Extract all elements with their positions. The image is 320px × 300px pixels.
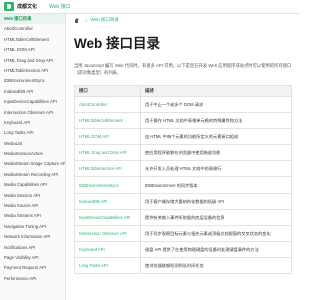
table-header-row: 接口 描述 xyxy=(74,85,292,97)
api-description: 用于客户端存储大量结构化数据的低级 API xyxy=(140,192,292,210)
table-row: Long Tasks API 使浏览器能够检测到长时间任务 xyxy=(74,256,292,275)
api-description: 用于操作 HTML 文档中表格单元格的特殊属性和方法 xyxy=(140,112,292,130)
table-row: AbortController 用于中止一个或多个 DOM 请求 xyxy=(74,95,292,114)
api-link[interactable]: HTML Drag and Drop API xyxy=(74,144,141,162)
api-link[interactable]: InputDeviceCapabilities API xyxy=(74,208,141,226)
sidebar-item[interactable]: MediaStream Image Capture API xyxy=(0,159,65,169)
table-row: IDBEnvironmentSync IDBEnvironment 的同步版本 xyxy=(74,176,292,194)
api-description: 提供有关输入事件所依据的底层设备的信息 xyxy=(140,208,292,226)
nav-link-web-api[interactable]: Web 接口 xyxy=(49,3,71,10)
api-link[interactable]: HTMLTableCellElement xyxy=(74,112,141,130)
sidebar-item[interactable]: Page Visibility API xyxy=(0,253,65,263)
sidebar-item[interactable]: Performance API xyxy=(0,274,65,284)
sidebar-item[interactable]: Web 接口目录 xyxy=(0,14,65,25)
api-description: 用于中止一个或多个 DOM 请求 xyxy=(140,95,292,114)
site-name[interactable]: 成都文化 xyxy=(17,3,37,10)
sidebar-item[interactable]: Media Streams API xyxy=(0,211,65,221)
page-title: Web 接口目录 xyxy=(74,36,161,51)
breadcrumb-current[interactable]: Web 接口目录 xyxy=(91,17,119,23)
sidebar-item[interactable]: AbortController xyxy=(0,24,65,34)
api-link[interactable]: Intersection Observer API xyxy=(74,224,141,242)
api-link[interactable]: IDBEnvironmentSync xyxy=(74,176,141,194)
home-icon[interactable] xyxy=(74,17,79,23)
top-header: 成都文化 Web 接口 xyxy=(0,0,300,14)
api-table: 接口 描述 AbortController 用于中止一个或多个 DOM 请求 HTM… xyxy=(74,85,292,275)
api-description: 使应用程序能够在浏览器中使用拖放功能 xyxy=(140,144,292,162)
breadcrumb-separator: » xyxy=(85,17,88,23)
api-description: 允许开发人员处理 HTML 文档中的表格行 xyxy=(140,160,292,178)
sidebar-item[interactable]: InputDeviceCapabilities API xyxy=(0,97,65,107)
sidebar-item[interactable]: IndexedDB API xyxy=(0,87,65,97)
sidebar-item[interactable]: HTMLTableSection API xyxy=(0,66,65,76)
api-link[interactable]: AbortController xyxy=(74,95,141,114)
api-link[interactable]: HTML DOM API xyxy=(74,128,141,146)
table-row: HTML DOM API 由 HTML 中每个元素的功能所定义的元素接口组成 xyxy=(74,128,292,146)
api-link[interactable]: IndexedDB API xyxy=(74,192,141,210)
sidebar-item[interactable]: Media Source API xyxy=(0,201,65,211)
api-description: 由 HTML 中每个元素的功能所定义的元素接口组成 xyxy=(140,128,292,146)
api-link[interactable]: Long Tasks API xyxy=(74,256,141,275)
column-header-interface: 接口 xyxy=(74,85,141,97)
sidebar-item[interactable]: IDBEnvironmentSync xyxy=(0,76,65,86)
main-content: » Web 接口目录 Web 接口目录 当用 JavaScript 编写 Web… xyxy=(66,14,300,300)
sidebar-item[interactable]: Keyboard API xyxy=(0,118,65,128)
api-description: 键盘 API 提供了在使用物理键盘的设备时处理键盘事件的方法 xyxy=(140,240,292,258)
api-link[interactable]: Keyboard API xyxy=(74,240,141,258)
table-row: HTMLTableCellElement 用于操作 HTML 文档中表格单元格的特… xyxy=(74,112,292,130)
sidebar-item[interactable]: HTML DOM API xyxy=(0,45,65,55)
intro-paragraph: 当用 JavaScript 编写 Web 代码时，有很多 API 可用。以下是您… xyxy=(74,63,292,75)
sidebar-item[interactable]: Intersection Observer API xyxy=(0,108,65,118)
sidebar-item[interactable]: Media Capabilities API xyxy=(0,180,65,190)
api-description: 用于异步观察目标元素与祖先元素或顶级文档视窗的交叉状态的变化 xyxy=(140,224,292,242)
sidebar-item[interactable]: HTML Drag and Drop API xyxy=(0,56,65,66)
column-header-description: 描述 xyxy=(140,85,292,97)
table-row: Keyboard API 键盘 API 提供了在使用物理键盘的设备时处理键盘事件的… xyxy=(74,240,292,258)
table-row: HTMLTableSection API 允许开发人员处理 HTML 文档中的表格… xyxy=(74,160,292,178)
api-description: IDBEnvironment 的同步版本 xyxy=(140,176,292,194)
sidebar-item[interactable]: Payment Request API xyxy=(0,263,65,273)
sidebar-item[interactable]: Navigation Timing API xyxy=(0,222,65,232)
api-link[interactable]: HTMLTableSection API xyxy=(74,160,141,178)
sidebar: Web 接口目录 AbortController HTMLTableCellElem… xyxy=(0,14,66,300)
sidebar-item[interactable]: MediaStream Recording API xyxy=(0,170,65,180)
table-row: IndexedDB API 用于客户端存储大量结构化数据的低级 API xyxy=(74,192,292,210)
sidebar-item[interactable]: Notifications API xyxy=(0,243,65,253)
sidebar-item[interactable]: MediaSessionAction xyxy=(0,149,65,159)
site-logo-icon[interactable] xyxy=(4,2,14,11)
sidebar-item[interactable]: Long Tasks API xyxy=(0,128,65,138)
table-row: InputDeviceCapabilities API 提供有关输入事件所依据的底… xyxy=(74,208,292,226)
sidebar-item[interactable]: Network Information API xyxy=(0,232,65,242)
breadcrumb: » Web 接口目录 xyxy=(74,14,294,26)
api-description: 使浏览器能够检测到长时间任务 xyxy=(140,256,292,275)
table-row: HTML Drag and Drop API 使应用程序能够在浏览器中使用拖放功能 xyxy=(74,144,292,162)
sidebar-item[interactable]: MediaList xyxy=(0,139,65,149)
sidebar-item[interactable]: Media Session API xyxy=(0,191,65,201)
sidebar-item[interactable]: HTMLTableCellElement xyxy=(0,35,65,45)
table-row: Intersection Observer API 用于异步观察目标元素与祖先元素… xyxy=(74,224,292,242)
